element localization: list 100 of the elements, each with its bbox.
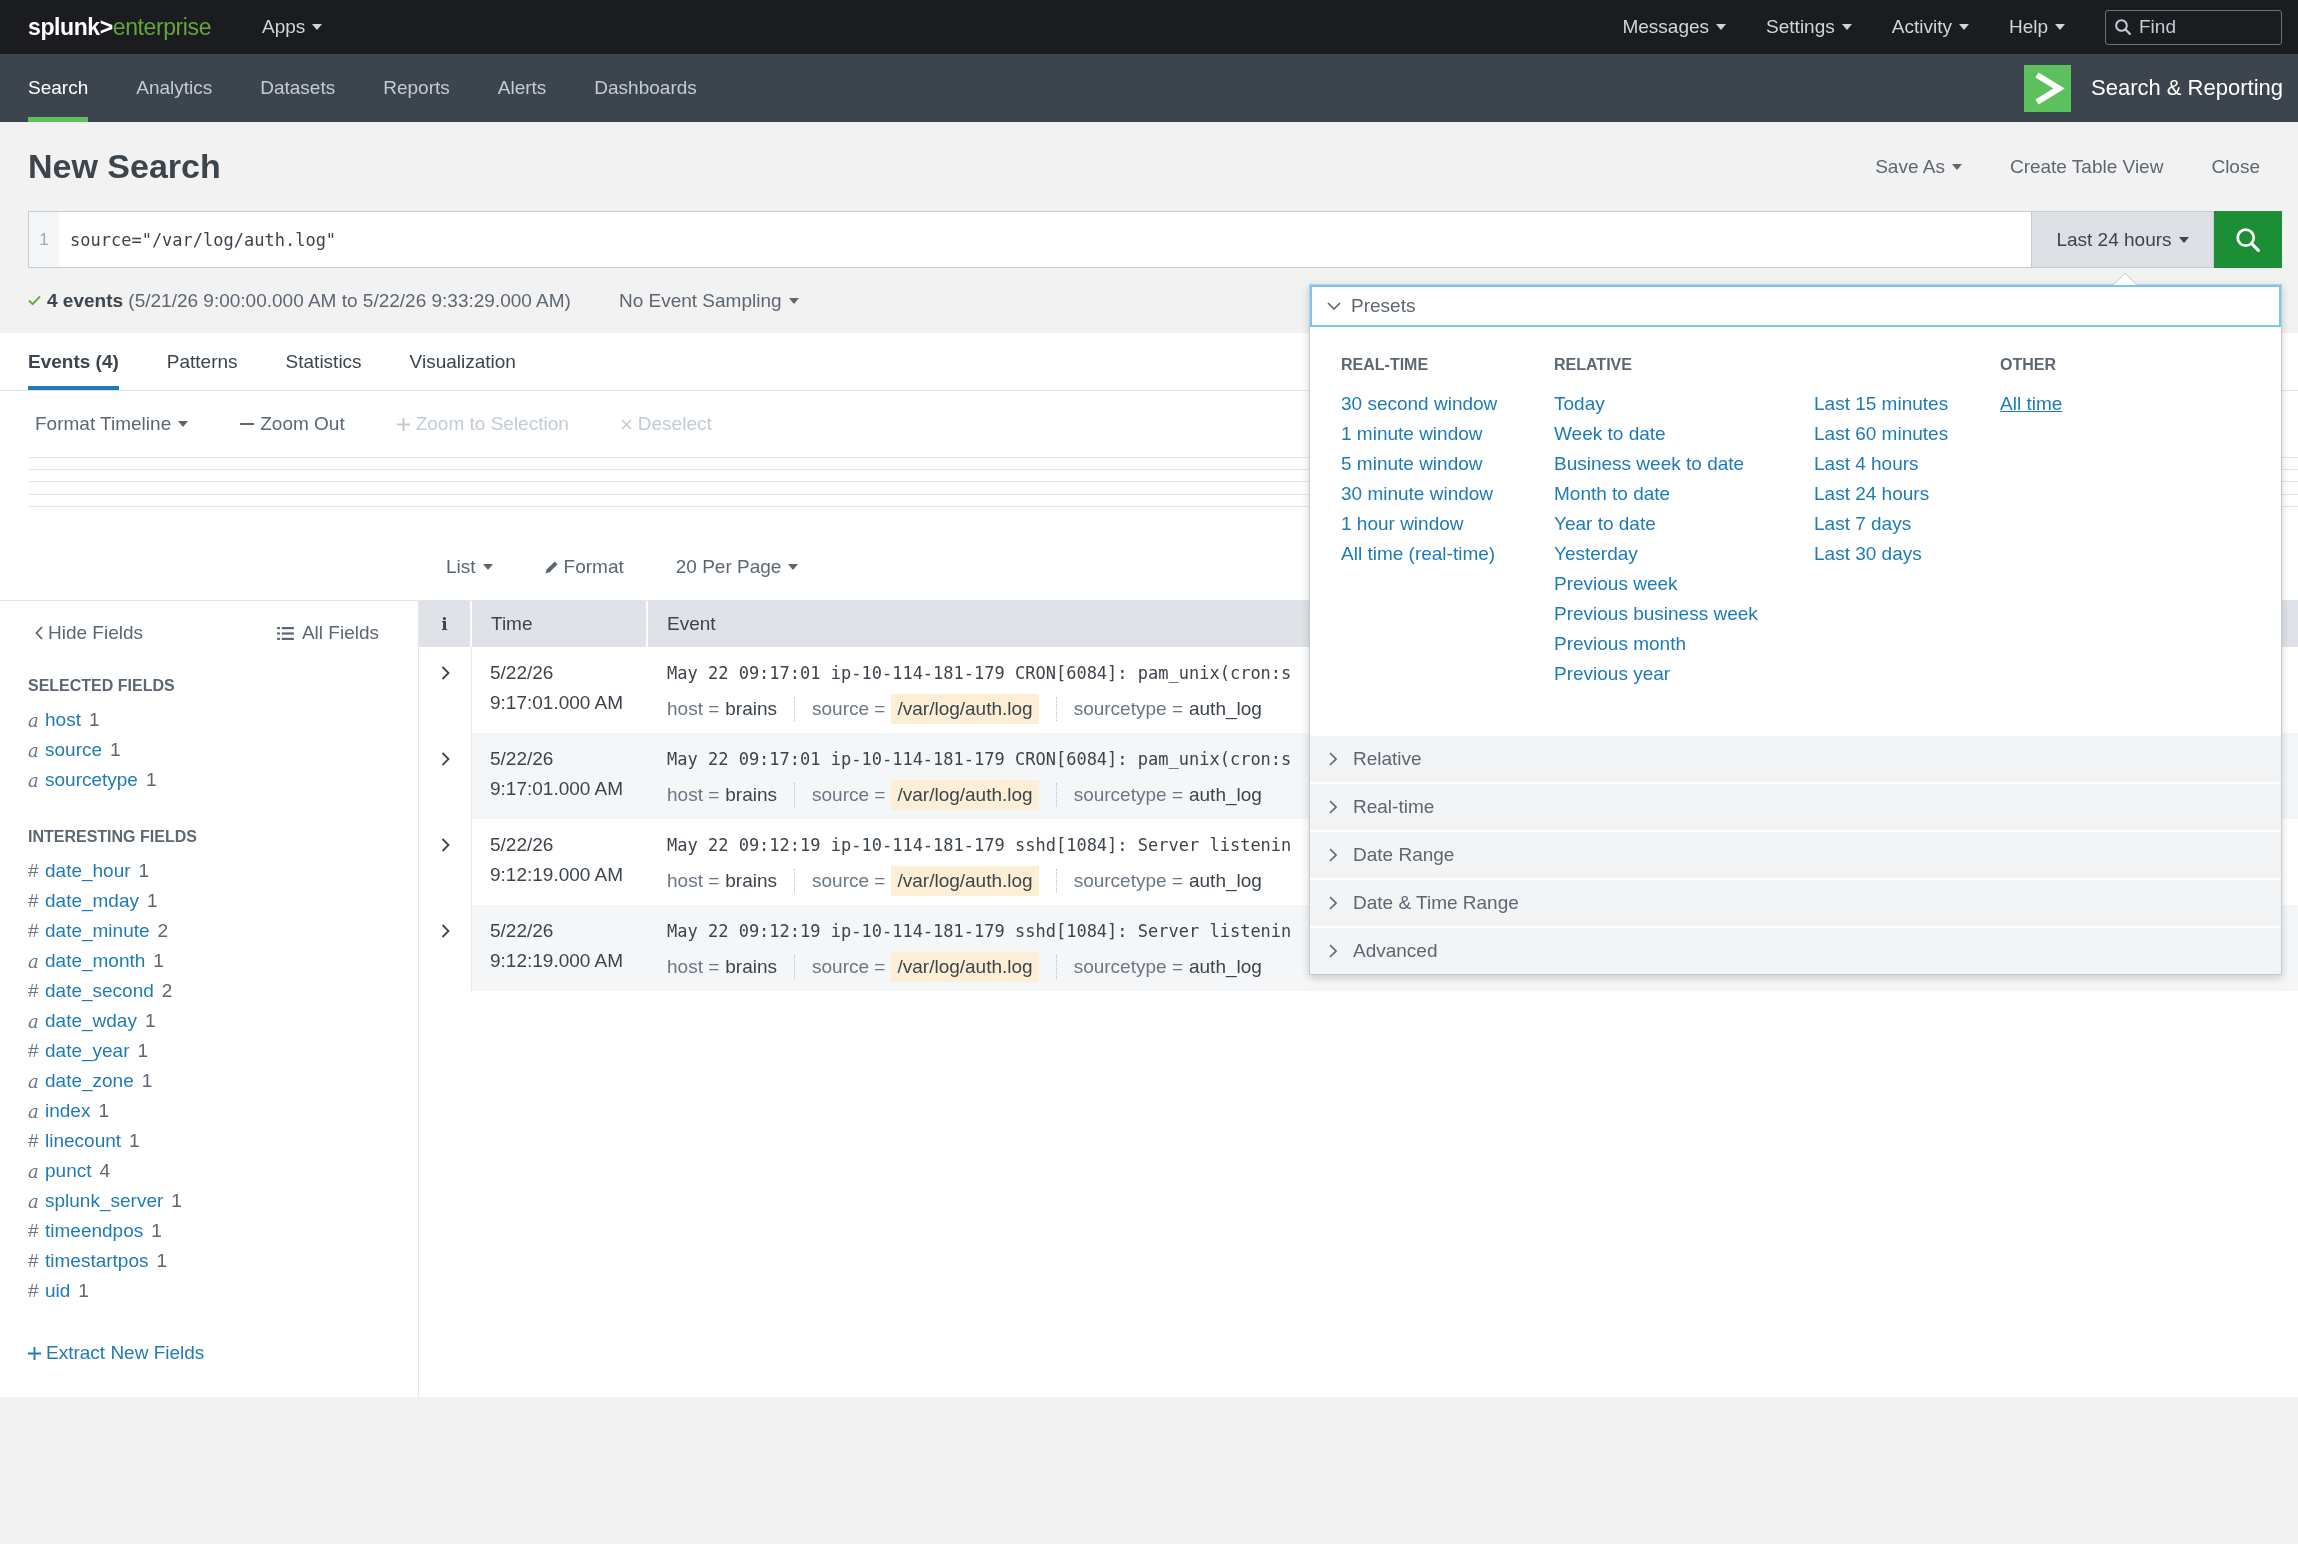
preset-link[interactable]: All time xyxy=(2000,389,2063,419)
nav-tab[interactable]: Search xyxy=(28,54,89,122)
preset-link[interactable]: Business week to date xyxy=(1554,449,1745,479)
field-name-link[interactable]: date_hour xyxy=(45,860,131,882)
nav-tab[interactable]: Alerts xyxy=(497,54,547,122)
chevron-right-icon[interactable] xyxy=(440,924,450,938)
apps-menu[interactable]: Apps xyxy=(262,16,323,38)
nav-tab[interactable]: Reports xyxy=(383,54,450,122)
preset-link[interactable]: All time (real-time) xyxy=(1341,539,1496,569)
field-name-link[interactable]: date_mday xyxy=(45,890,139,912)
time-range-button[interactable]: Last 24 hours xyxy=(2031,211,2214,268)
top-menu[interactable]: Activity xyxy=(1891,16,1969,38)
field-name-link[interactable]: punct xyxy=(45,1160,92,1182)
field-value[interactable]: auth_log xyxy=(1189,866,1262,896)
field-name-link[interactable]: linecount xyxy=(45,1130,122,1152)
product-logo[interactable]: splunk>enterprise xyxy=(28,13,212,41)
menu-section-header[interactable]: Advanced xyxy=(1310,928,2281,974)
preset-link[interactable]: Last 60 minutes xyxy=(1814,419,1949,449)
field-name-link[interactable]: source xyxy=(45,739,103,761)
find-field[interactable]: Find xyxy=(2105,9,2282,45)
result-tab[interactable]: Statistics xyxy=(285,333,362,390)
search-button[interactable] xyxy=(2214,211,2282,268)
preset-link[interactable]: Last 7 days xyxy=(1814,509,1912,539)
header-action[interactable]: Create Table View xyxy=(2009,155,2164,178)
field-name-link[interactable]: date_second xyxy=(45,980,154,1002)
results-button[interactable]: List xyxy=(446,556,493,578)
field-name-link[interactable]: date_month xyxy=(45,950,146,972)
field-name-link[interactable]: date_year xyxy=(45,1040,130,1062)
timeline-button[interactable]: Zoom Out xyxy=(240,413,345,435)
field-value[interactable]: brains xyxy=(725,952,778,982)
result-tab[interactable]: Patterns xyxy=(166,333,238,390)
preset-link[interactable]: 30 second window xyxy=(1341,389,1498,419)
preset-link[interactable]: Previous year xyxy=(1554,659,1671,689)
extract-fields-link[interactable]: Extract New Fields xyxy=(28,1338,205,1368)
menu-section-header[interactable]: Real-time xyxy=(1310,784,2281,830)
top-menu[interactable]: Help xyxy=(2008,16,2065,38)
all-fields-button[interactable]: All Fields xyxy=(276,622,379,644)
field-value[interactable]: /var/log/auth.log xyxy=(891,780,1039,810)
field-name-link[interactable]: splunk_server xyxy=(45,1190,164,1212)
results-button[interactable]: Format xyxy=(544,556,624,578)
field-value[interactable]: auth_log xyxy=(1189,694,1262,724)
nav-tab[interactable]: Datasets xyxy=(260,54,336,122)
hide-fields-button[interactable]: Hide Fields xyxy=(35,622,144,644)
chevron-right-icon[interactable] xyxy=(440,666,450,680)
field-name-link[interactable]: date_wday xyxy=(45,1010,137,1032)
result-tab[interactable]: Visualization xyxy=(409,333,516,390)
preset-column-heading: REAL-TIME xyxy=(1341,355,1429,375)
preset-link[interactable]: Last 15 minutes xyxy=(1814,389,1949,419)
preset-link[interactable]: 5 minute window xyxy=(1341,449,1483,479)
preset-link[interactable]: 30 minute window xyxy=(1341,479,1494,509)
result-tab[interactable]: Events (4) xyxy=(28,333,119,390)
preset-link[interactable]: Last 4 hours xyxy=(1814,449,1919,479)
field-name-link[interactable]: index xyxy=(45,1100,91,1122)
field-value[interactable]: /var/log/auth.log xyxy=(891,866,1039,896)
menu-section-header[interactable]: Date & Time Range xyxy=(1310,880,2281,926)
field-name-link[interactable]: uid xyxy=(45,1280,71,1302)
preset-link[interactable]: Previous week xyxy=(1554,569,1678,599)
search-field[interactable]: 1 source="/var/log/auth.log" xyxy=(28,211,2031,268)
top-menu[interactable]: Settings xyxy=(1766,16,1852,38)
field-name-link[interactable]: timeendpos xyxy=(45,1220,144,1242)
field-value[interactable]: brains xyxy=(725,694,778,724)
header-action[interactable]: Save As xyxy=(1875,155,1962,178)
field-key: host = xyxy=(667,870,720,892)
preset-link[interactable]: Today xyxy=(1554,389,1605,419)
chevron-right-icon[interactable] xyxy=(440,752,450,766)
menu-section-header[interactable]: Date Range xyxy=(1310,832,2281,878)
timeline-button[interactable]: Format Timeline xyxy=(35,413,189,435)
find-input[interactable]: Find xyxy=(2131,12,2281,42)
chevron-left-icon xyxy=(35,626,43,640)
field-value[interactable]: brains xyxy=(725,780,778,810)
preset-link[interactable]: Last 30 days xyxy=(1814,539,1922,569)
field-count: 1 xyxy=(145,769,157,791)
close-icon xyxy=(620,418,632,430)
field-name-link[interactable]: sourcetype xyxy=(45,769,138,791)
preset-link[interactable]: Previous business week xyxy=(1554,599,1758,629)
field-name-link[interactable]: timestartpos xyxy=(45,1250,149,1272)
header-action[interactable]: Close xyxy=(2211,155,2260,178)
chevron-right-icon[interactable] xyxy=(440,838,450,852)
preset-link[interactable]: Month to date xyxy=(1554,479,1671,509)
nav-tab[interactable]: Analytics xyxy=(136,54,213,122)
preset-link[interactable]: Year to date xyxy=(1554,509,1656,539)
field-type-symbol: a xyxy=(28,1190,40,1212)
preset-link[interactable]: Week to date xyxy=(1554,419,1666,449)
field-name-link[interactable]: date_minute xyxy=(45,920,150,942)
field-value[interactable]: auth_log xyxy=(1189,780,1262,810)
preset-link[interactable]: 1 minute window xyxy=(1341,419,1483,449)
field-value[interactable]: /var/log/auth.log xyxy=(891,694,1039,724)
sampling-menu[interactable]: No Event Sampling xyxy=(618,289,799,312)
nav-tab[interactable]: Dashboards xyxy=(594,54,697,122)
field-value[interactable]: brains xyxy=(725,866,778,896)
field-value[interactable]: /var/log/auth.log xyxy=(891,952,1039,982)
results-button[interactable]: 20 Per Page xyxy=(675,556,799,578)
field-value[interactable]: auth_log xyxy=(1189,952,1262,982)
preset-link[interactable]: Yesterday xyxy=(1554,539,1638,569)
top-menu[interactable]: Messages xyxy=(1622,16,1727,38)
preset-link[interactable]: Last 24 hours xyxy=(1814,479,1930,509)
field-name-link[interactable]: host xyxy=(45,709,81,731)
field-name-link[interactable]: date_zone xyxy=(45,1070,134,1092)
menu-section-header[interactable]: Relative xyxy=(1310,736,2281,782)
preset-link[interactable]: 1 hour window xyxy=(1341,509,1464,539)
